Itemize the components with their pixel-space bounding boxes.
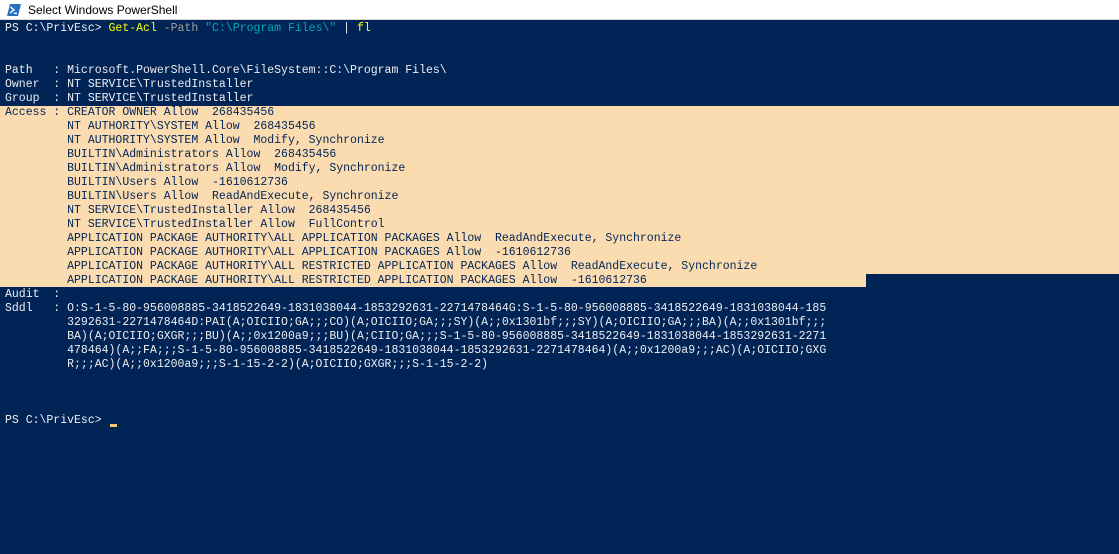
- sddl-line: Sddl : O:S-1-5-80-956008885-3418522649-1…: [5, 302, 827, 315]
- prompt-text: PS C:\PrivEsc>: [5, 22, 109, 35]
- access-line: APPLICATION PACKAGE AUTHORITY\ALL RESTRI…: [5, 260, 758, 273]
- command-verb: Get-Acl: [108, 22, 157, 35]
- access-line: NT SERVICE\TrustedInstaller Allow 268435…: [5, 204, 371, 217]
- access-line: NT SERVICE\TrustedInstaller Allow FullCo…: [5, 218, 385, 231]
- access-line: NT AUTHORITY\SYSTEM Allow Modify, Synchr…: [5, 134, 385, 147]
- window-title: Select Windows PowerShell: [28, 3, 178, 17]
- access-line: BUILTIN\Administrators Allow Modify, Syn…: [5, 162, 406, 175]
- access-line: BUILTIN\Administrators Allow 268435456: [5, 148, 337, 161]
- command-format: fl: [357, 22, 371, 35]
- title-bar[interactable]: Select Windows PowerShell: [0, 0, 1119, 20]
- output-audit: Audit :: [5, 288, 61, 301]
- sddl-line: R;;;AC)(A;;0x1200a9;;;S-1-15-2-2)(A;OICI…: [5, 358, 489, 371]
- command-pipe: |: [336, 22, 357, 35]
- sddl-line: BA)(A;OICIIO;GXGR;;;BU)(A;;0x1200a9;;;BU…: [5, 330, 827, 343]
- access-line: Access : CREATOR OWNER Allow 268435456: [5, 106, 275, 119]
- sddl-line: 3292631-2271478464D:PAI(A;OICIIO;GA;;;CO…: [5, 316, 827, 329]
- access-line: APPLICATION PACKAGE AUTHORITY\ALL RESTRI…: [5, 274, 647, 287]
- access-line: BUILTIN\Users Allow -1610612736: [5, 176, 288, 189]
- final-prompt: PS C:\PrivEsc>: [5, 414, 109, 427]
- command-line: PS C:\PrivEsc> Get-Acl -Path "C:\Program…: [5, 22, 371, 36]
- powershell-icon: [7, 4, 21, 16]
- access-line: NT AUTHORITY\SYSTEM Allow 268435456: [5, 120, 316, 133]
- sddl-line: 478464)(A;;FA;;;S-1-5-80-956008885-34185…: [5, 344, 827, 357]
- powershell-window: Select Windows PowerShell PS C:\PrivEsc>…: [0, 0, 1119, 554]
- access-line: APPLICATION PACKAGE AUTHORITY\ALL APPLIC…: [5, 246, 571, 259]
- console-output[interactable]: PS C:\PrivEsc> Get-Acl -Path "C:\Program…: [0, 20, 1119, 554]
- text-cursor: [110, 424, 117, 427]
- output-path: Path : Microsoft.PowerShell.Core\FileSys…: [5, 64, 447, 77]
- output-group: Group : NT SERVICE\TrustedInstaller: [5, 92, 254, 105]
- command-parameter: -Path: [156, 22, 206, 35]
- output-owner: Owner : NT SERVICE\TrustedInstaller: [5, 78, 254, 91]
- access-line: BUILTIN\Users Allow ReadAndExecute, Sync…: [5, 190, 399, 203]
- access-line: APPLICATION PACKAGE AUTHORITY\ALL APPLIC…: [5, 232, 682, 245]
- command-path-argument: "C:\Program Files\": [205, 22, 337, 35]
